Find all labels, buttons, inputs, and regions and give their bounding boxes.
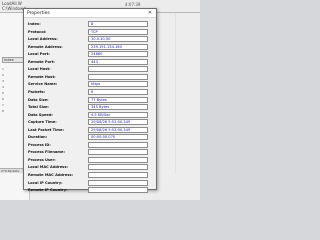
property-row: Local Port: 24680 [24,51,156,58]
property-value-field[interactable]: 239.191.134.160 [88,43,148,50]
property-row: Local IP Country: [24,179,156,187]
property-value-field[interactable] [88,149,148,156]
property-row: Protocol: TCP [24,28,156,36]
property-row: Total Size: 345 Bytes [24,104,156,111]
property-row: Process User: [24,156,156,164]
property-label: Remote Port: [28,59,55,64]
property-value-field[interactable] [88,156,148,163]
property-label: Remote MAC Address: [28,173,73,177]
property-label: Capture Time: [28,120,57,125]
property-label: Process User: [28,157,56,162]
property-row: Local Address: 10.0.10.50 [24,36,156,43]
property-label: Local Address: [28,37,58,42]
property-label: Local MAC Address: [28,165,68,170]
property-value-field[interactable]: 24680 [88,51,148,58]
property-label: Local IP Country: [28,180,63,185]
property-row: Data Size: 77 Bytes [24,96,156,104]
property-row: Remote Host: [24,73,156,81]
property-row: Process ID: [24,141,156,149]
property-value-field[interactable]: 29/08/26 5:52:00.349 [88,119,148,126]
property-value-field[interactable]: https [88,81,148,88]
property-value-field[interactable] [88,164,148,171]
property-label: Local Host: [28,67,51,72]
property-value-field[interactable]: 29/08/26 5:52:00.349 [88,126,148,133]
property-label: Protocol: [28,29,47,34]
property-value-field[interactable] [88,187,148,194]
property-value-field[interactable]: 345 Bytes [88,104,148,111]
property-row: Index: 8 [24,21,156,28]
properties-dialog: Properties ✕ Index: 8 Protocol: TCP Local Ad… [23,8,157,194]
property-label: Data Size: [28,97,49,102]
property-label: Local Port: [28,52,50,57]
property-value-field[interactable]: 4.5 KB/Sec [88,111,148,118]
background-clock: 4:07:39 [125,2,141,7]
property-row: Local MAC Address: [24,164,156,171]
property-label: Packets: [28,89,46,94]
property-row: Remote IP Country: [24,187,156,194]
property-value-field[interactable] [88,172,148,178]
property-value-field[interactable]: 6 [88,88,148,95]
property-row: Capture Time: 29/08/26 5:52:00.349 [24,119,156,126]
property-value-field[interactable]: 10.0.10.50 [88,36,148,43]
property-row: Local Host: [24,66,156,73]
dialog-title: Properties [27,11,50,16]
property-row: Duration: 00:00:00.070 [24,134,156,141]
property-label: Remote IP Country: [28,188,68,193]
property-value-field[interactable]: TCP [88,28,148,35]
property-row: Process Filename: [24,149,156,156]
property-label: Process ID: [28,142,51,147]
property-row: Remote MAC Address: [24,172,156,179]
property-value-field[interactable]: 00:00:00.070 [88,134,148,141]
property-label: Process Filename: [28,150,65,155]
property-label: Remote Host: [28,74,56,79]
property-label: Index: [28,22,41,26]
close-icon[interactable]: ✕ [146,10,154,17]
property-row: Remote Port: 443 [24,58,156,66]
property-value-field[interactable] [88,141,148,148]
property-label: Duration: [28,135,48,140]
property-row: Remote Address: 239.191.134.160 [24,43,156,51]
property-row: Packets: 6 [24,88,156,96]
property-value-field[interactable]: 8 [88,21,148,27]
property-value-field[interactable] [88,179,148,186]
property-label: Remote Address: [28,44,63,49]
property-value-field[interactable] [88,73,148,80]
property-value-field[interactable]: 77 Bytes [88,96,148,103]
property-row: Data Speed: 4.5 KB/Sec [24,111,156,119]
property-value-field[interactable] [88,66,148,73]
property-label: Data Speed: [28,112,53,117]
property-label: Service Name: [28,82,58,87]
property-row: Last Packet Time: 29/08/26 5:52:00.349 [24,126,156,134]
dialog-title-bar[interactable]: Properties ✕ [24,9,156,18]
property-label: Total Size: [28,105,49,110]
property-label: Last Packet Time: [28,127,64,132]
property-row: Service Name: https [24,81,156,88]
property-value-field[interactable]: 443 [88,58,148,65]
